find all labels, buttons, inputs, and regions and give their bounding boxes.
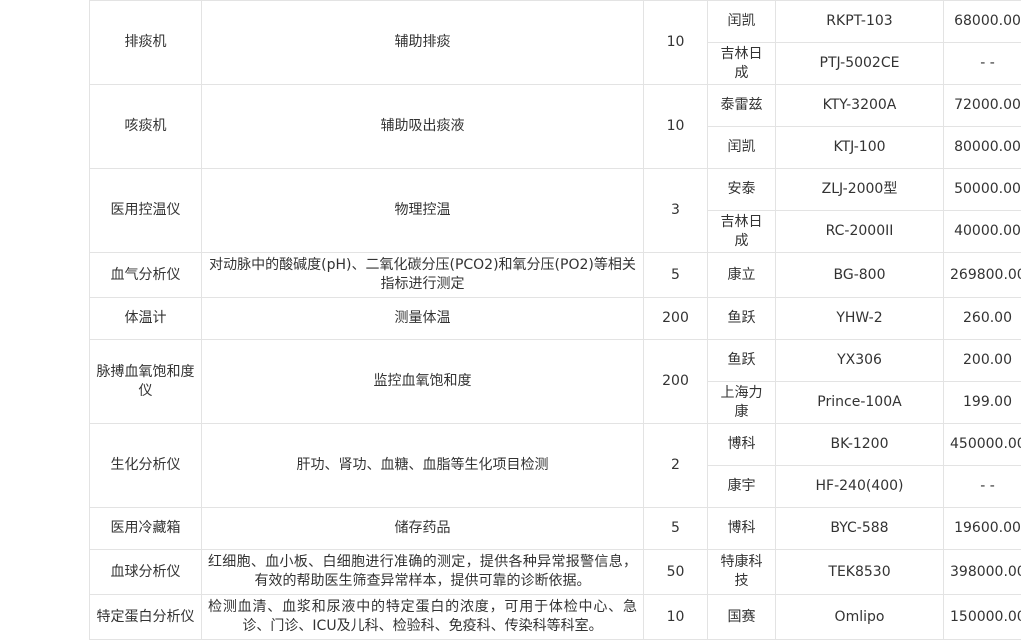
brand-cell: 吉林日成 [708,43,776,85]
brand-cell: 安泰 [708,169,776,211]
price-cell: 80000.00 [944,127,1021,169]
brand-cell: 博科 [708,508,776,550]
device-quantity: 2 [644,424,708,508]
device-name: 医用冷藏箱 [90,508,202,550]
price-cell: 199.00 [944,382,1021,424]
device-quantity: 10 [644,85,708,169]
brand-cell: 康宇 [708,466,776,508]
price-cell: - - [944,43,1021,85]
device-function: 肝功、肾功、血糖、血脂等生化项目检测 [202,424,644,508]
brand-cell: 特康科技 [708,550,776,595]
brand-cell: 国赛 [708,595,776,640]
device-quantity: 200 [644,298,708,340]
model-cell: KTY-3200A [776,85,944,127]
price-cell: 68000.00 [944,1,1021,43]
price-cell: 150000.00 [944,595,1021,640]
table-row: 排痰机 辅助排痰 10 闰凯 RKPT-103 68000.00 [90,1,1021,43]
model-cell: RC-2000II [776,211,944,253]
brand-cell: 鱼跃 [708,340,776,382]
equipment-table-body: 排痰机 辅助排痰 10 闰凯 RKPT-103 68000.00 吉林日成 PT… [90,1,1021,640]
model-cell: TEK8530 [776,550,944,595]
device-name: 血球分析仪 [90,550,202,595]
device-function: 测量体温 [202,298,644,340]
device-quantity: 50 [644,550,708,595]
device-function: 辅助吸出痰液 [202,85,644,169]
price-cell: 200.00 [944,340,1021,382]
device-name: 血气分析仪 [90,253,202,298]
device-name: 排痰机 [90,1,202,85]
model-cell: BK-1200 [776,424,944,466]
table-row: 体温计 测量体温 200 鱼跃 YHW-2 260.00 [90,298,1021,340]
table-row: 血气分析仪 对动脉中的酸碱度(pH)、二氧化碳分压(PCO2)和氧分压(PO2)… [90,253,1021,298]
device-quantity: 200 [644,340,708,424]
device-name: 医用控温仪 [90,169,202,253]
equipment-table: 排痰机 辅助排痰 10 闰凯 RKPT-103 68000.00 吉林日成 PT… [89,0,1021,640]
device-function: 对动脉中的酸碱度(pH)、二氧化碳分压(PCO2)和氧分压(PO2)等相关指标进… [202,253,644,298]
model-cell: RKPT-103 [776,1,944,43]
device-function: 红细胞、血小板、白细胞进行准确的测定，提供各种异常报警信息，有效的帮助医生筛查异… [202,550,644,595]
device-function: 辅助排痰 [202,1,644,85]
brand-cell: 上海力康 [708,382,776,424]
price-cell: 19600.00 [944,508,1021,550]
device-quantity: 5 [644,508,708,550]
table-row: 特定蛋白分析仪 检测血清、血浆和尿液中的特定蛋白的浓度，可用于体检中心、急诊、门… [90,595,1021,640]
table-row: 医用冷藏箱 储存药品 5 博科 BYC-588 19600.00 [90,508,1021,550]
device-name: 体温计 [90,298,202,340]
model-cell: BYC-588 [776,508,944,550]
device-name: 咳痰机 [90,85,202,169]
model-cell: HF-240(400) [776,466,944,508]
table-row: 咳痰机 辅助吸出痰液 10 泰雷兹 KTY-3200A 72000.00 [90,85,1021,127]
device-function: 物理控温 [202,169,644,253]
model-cell: YHW-2 [776,298,944,340]
model-cell: Omlipo [776,595,944,640]
device-quantity: 3 [644,169,708,253]
price-cell: 50000.00 [944,169,1021,211]
device-function: 检测血清、血浆和尿液中的特定蛋白的浓度，可用于体检中心、急诊、门诊、ICU及儿科… [202,595,644,640]
price-cell: 269800.00 [944,253,1021,298]
table-row: 血球分析仪 红细胞、血小板、白细胞进行准确的测定，提供各种异常报警信息，有效的帮… [90,550,1021,595]
price-cell: 40000.00 [944,211,1021,253]
price-cell: 260.00 [944,298,1021,340]
price-cell: - - [944,466,1021,508]
device-name: 特定蛋白分析仪 [90,595,202,640]
model-cell: Prince-100A [776,382,944,424]
device-name: 生化分析仪 [90,424,202,508]
model-cell: PTJ-5002CE [776,43,944,85]
device-quantity: 5 [644,253,708,298]
price-cell: 398000.00 [944,550,1021,595]
brand-cell: 泰雷兹 [708,85,776,127]
brand-cell: 康立 [708,253,776,298]
brand-cell: 博科 [708,424,776,466]
device-function: 监控血氧饱和度 [202,340,644,424]
model-cell: KTJ-100 [776,127,944,169]
brand-cell: 鱼跃 [708,298,776,340]
model-cell: ZLJ-2000型 [776,169,944,211]
brand-cell: 闰凯 [708,127,776,169]
device-quantity: 10 [644,595,708,640]
table-row: 生化分析仪 肝功、肾功、血糖、血脂等生化项目检测 2 博科 BK-1200 45… [90,424,1021,466]
device-quantity: 10 [644,1,708,85]
device-name: 脉搏血氧饱和度仪 [90,340,202,424]
model-cell: YX306 [776,340,944,382]
table-row: 医用控温仪 物理控温 3 安泰 ZLJ-2000型 50000.00 [90,169,1021,211]
price-cell: 450000.00 [944,424,1021,466]
price-cell: 72000.00 [944,85,1021,127]
device-function: 储存药品 [202,508,644,550]
brand-cell: 吉林日成 [708,211,776,253]
table-row: 脉搏血氧饱和度仪 监控血氧饱和度 200 鱼跃 YX306 200.00 [90,340,1021,382]
model-cell: BG-800 [776,253,944,298]
brand-cell: 闰凯 [708,1,776,43]
